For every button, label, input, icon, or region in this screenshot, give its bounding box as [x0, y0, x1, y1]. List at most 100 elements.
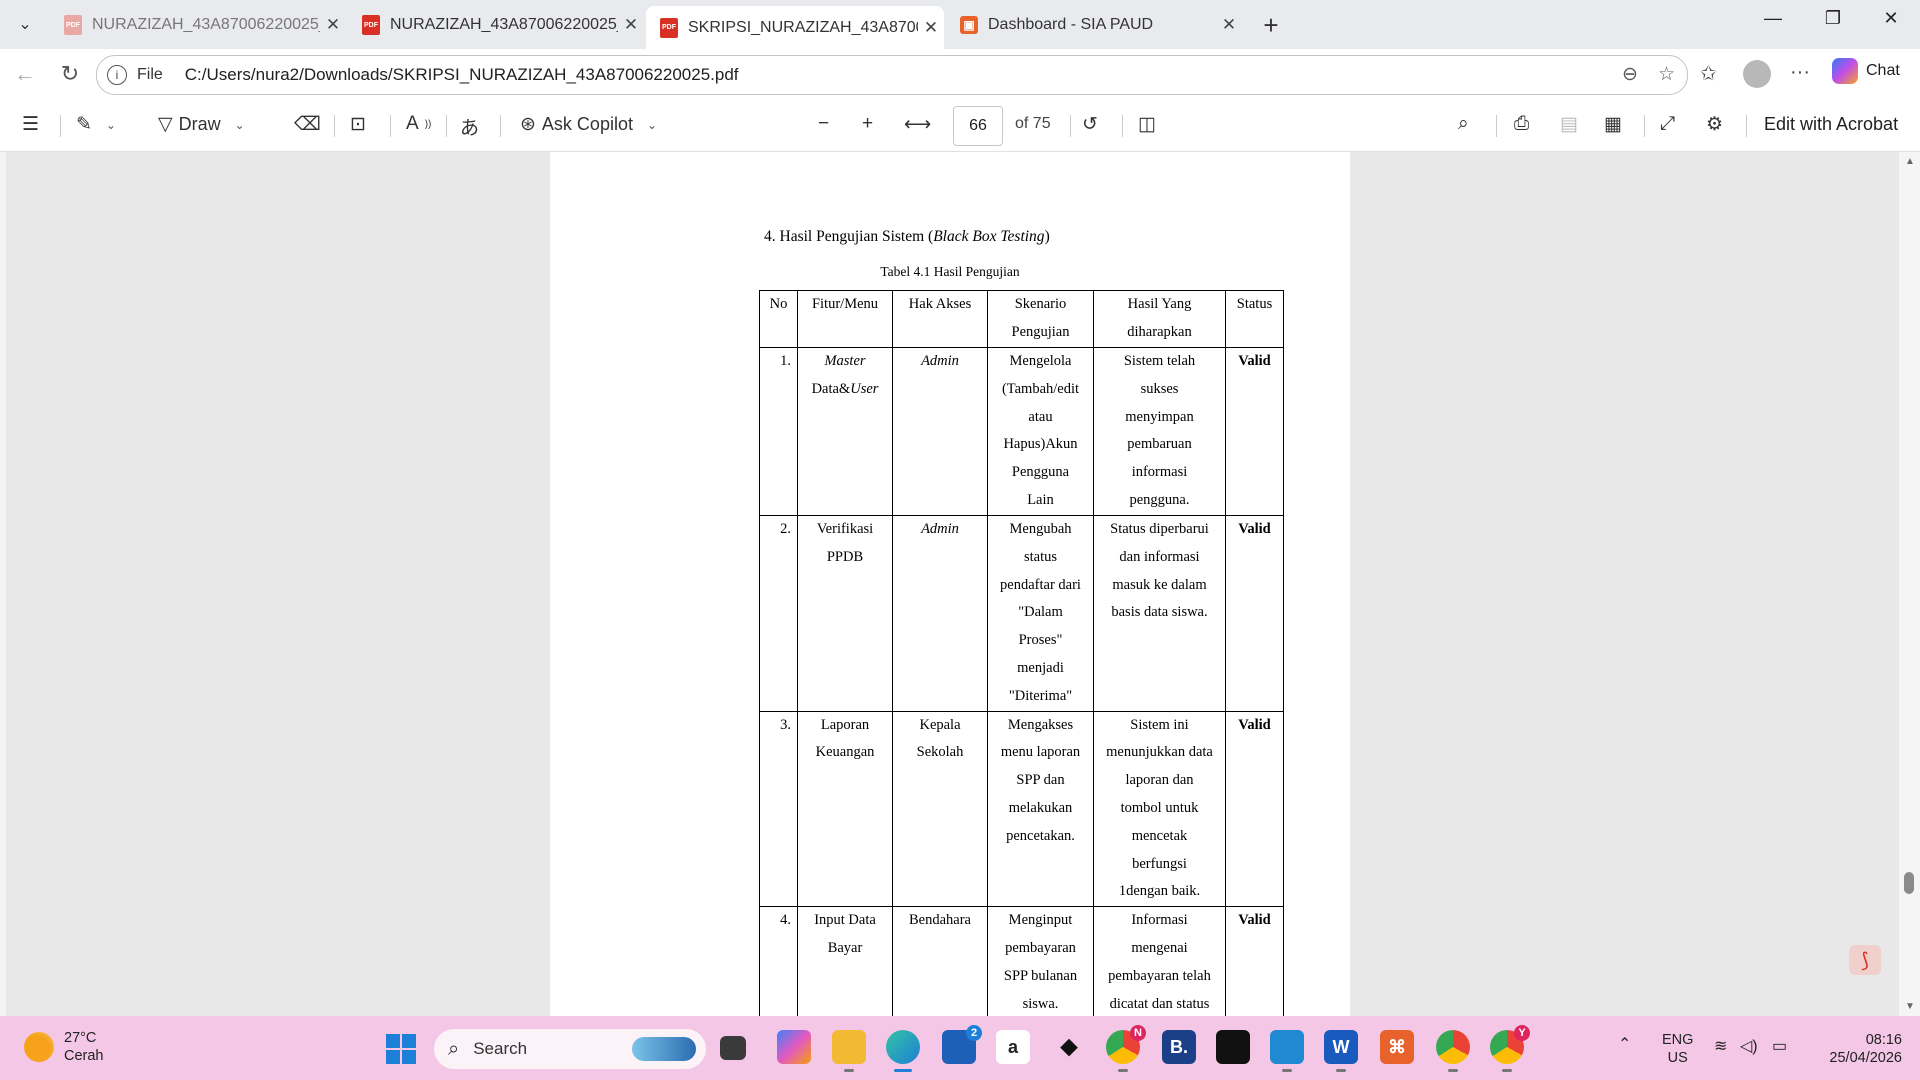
- settings-gear-icon[interactable]: ⚙: [1706, 113, 1723, 136]
- tab-pdf-1[interactable]: PDF NURAZIZAH_43A87006220025_PK ✕: [50, 6, 346, 44]
- tab-list-chevron-icon[interactable]: ⌄: [10, 9, 40, 39]
- favorites-icon[interactable]: ✩: [1700, 61, 1717, 86]
- scroll-up-icon[interactable]: ▲: [1905, 156, 1915, 167]
- file-explorer-icon[interactable]: [832, 1030, 866, 1072]
- close-window-button[interactable]: ✕: [1868, 8, 1914, 29]
- chrome-profile-2-icon[interactable]: Y: [1490, 1025, 1530, 1072]
- wifi-icon[interactable]: ≋: [1714, 1038, 1727, 1056]
- terminal-icon[interactable]: [1216, 1030, 1250, 1064]
- taskbar-search[interactable]: ⌕ Search: [434, 1029, 706, 1069]
- tray-chevron-up-icon[interactable]: ⌃: [1618, 1036, 1631, 1054]
- weather-sun-icon: [24, 1032, 54, 1062]
- close-icon[interactable]: ✕: [618, 15, 644, 35]
- chat-button[interactable]: Chat: [1832, 58, 1900, 84]
- page-number-input[interactable]: 66: [953, 106, 1003, 146]
- fullscreen-icon[interactable]: ⤢: [1660, 113, 1675, 135]
- xampp-icon[interactable]: ⌘: [1380, 1030, 1414, 1064]
- taskbar: 27°C Cerah ⌕ Search 2 a ⬥ N B. W ⌘ Y ⌃ EN…: [0, 1016, 1920, 1080]
- section-heading: 4. Hasil Pengujian Sistem (Black Box Tes…: [764, 228, 1050, 246]
- eraser-icon[interactable]: ⌫: [294, 113, 321, 136]
- chrome-icon[interactable]: [1436, 1030, 1470, 1072]
- translate-icon[interactable]: あ: [460, 113, 479, 140]
- chevron-down-icon[interactable]: ⌄: [647, 118, 657, 132]
- cell-hasil: Sistem telah sukses menyimpan pembaruan info…: [1093, 347, 1226, 516]
- page-view-icon[interactable]: ◫: [1138, 113, 1156, 136]
- edge-browser-icon[interactable]: [886, 1030, 920, 1072]
- url-text[interactable]: C:/Users/nura2/Downloads/SKRIPSI_NURAZIZ…: [185, 65, 739, 85]
- fit-width-icon[interactable]: ⟷: [904, 113, 931, 136]
- cell-hasil: Informasi mengenai pembayaran telah dicatat…: [1093, 906, 1226, 1016]
- pdf-toolbar: ☰ ✎ ⌄ ▽ Draw ⌄ ⌫ ⊡ A)) あ ⊛ Ask Copilot ⌄ …: [0, 99, 1920, 152]
- scroll-down-icon[interactable]: ▼: [1905, 1001, 1915, 1012]
- bitwarden-icon[interactable]: B.: [1162, 1030, 1196, 1064]
- address-bar[interactable]: i File C:/Users/nura2/Downloads/SKRIPSI_…: [96, 55, 1688, 95]
- more-options-icon[interactable]: ···: [1790, 61, 1810, 84]
- copilot-app-icon[interactable]: [777, 1030, 811, 1064]
- back-button[interactable]: ←: [10, 61, 40, 87]
- close-icon[interactable]: ✕: [1216, 15, 1242, 35]
- contents-list-icon[interactable]: ☰: [22, 113, 39, 136]
- windows-start-icon[interactable]: [386, 1034, 416, 1064]
- amazon-icon[interactable]: a: [996, 1030, 1030, 1064]
- ask-copilot-button[interactable]: ⊛ Ask Copilot ⌄: [520, 113, 657, 136]
- system-clock[interactable]: 08:16 25/04/2026: [1818, 1031, 1902, 1067]
- profile-avatar[interactable]: [1743, 60, 1771, 88]
- edit-with-acrobat-button[interactable]: Edit with Acrobat: [1764, 114, 1898, 135]
- read-aloud-icon[interactable]: A)): [406, 113, 431, 135]
- pen-icon: ▽: [158, 114, 173, 135]
- word-icon[interactable]: W: [1324, 1030, 1358, 1072]
- language-indicator[interactable]: ENG US: [1662, 1031, 1693, 1067]
- cell-no: 3.: [759, 710, 798, 908]
- scrollbar-thumb[interactable]: [1904, 872, 1914, 894]
- microsoft-store-icon[interactable]: 2: [942, 1025, 982, 1064]
- vscode-icon[interactable]: [1270, 1030, 1304, 1072]
- close-icon[interactable]: ✕: [918, 18, 944, 38]
- cell-no: 4.: [759, 906, 798, 1016]
- battery-icon[interactable]: ▭: [1772, 1038, 1787, 1056]
- new-tab-button[interactable]: +: [1256, 10, 1286, 40]
- header-akses: Hak Akses: [892, 290, 988, 348]
- chrome-profile-icon[interactable]: N: [1106, 1025, 1146, 1072]
- chevron-down-icon[interactable]: ⌄: [106, 118, 116, 132]
- highlighter-icon: ✎: [76, 114, 92, 135]
- zoom-out-icon[interactable]: ⊖: [1622, 63, 1638, 86]
- save-as-icon[interactable]: ▦: [1604, 113, 1622, 136]
- chevron-down-icon[interactable]: ⌄: [235, 118, 245, 132]
- cell-akses: Bendahara: [892, 906, 988, 1016]
- tab-pdf-2[interactable]: PDF NURAZIZAH_43A87006220025_PK ✕: [348, 6, 644, 44]
- close-icon[interactable]: ✕: [320, 15, 346, 35]
- tab-pdf-active[interactable]: PDF SKRIPSI_NURAZIZAH_43A87006220025 ✕: [646, 6, 944, 49]
- text-box-icon[interactable]: ⊡: [350, 113, 366, 136]
- zoom-in-button[interactable]: +: [862, 113, 873, 135]
- cell-fitur: Laporan Keuangan: [797, 710, 893, 908]
- vertical-scrollbar[interactable]: ▲ ▼: [1899, 152, 1920, 1016]
- draw-button[interactable]: ▽ Draw ⌄: [158, 113, 245, 136]
- tab-title: SKRIPSI_NURAZIZAH_43A87006220025: [688, 18, 918, 36]
- cell-skenario: Menginput pembayaran SPP bulanan siswa.: [987, 906, 1094, 1016]
- zoom-out-button[interactable]: −: [818, 113, 829, 135]
- volume-icon[interactable]: ◁): [1740, 1038, 1758, 1056]
- weather-desc: Cerah: [64, 1048, 104, 1064]
- favorite-star-icon[interactable]: ☆: [1658, 63, 1675, 86]
- task-view-icon[interactable]: [720, 1036, 746, 1060]
- acrobat-icon[interactable]: ⟆: [1849, 945, 1881, 975]
- minimize-button[interactable]: —: [1750, 8, 1796, 29]
- page-total: of 75: [1015, 115, 1051, 132]
- cell-skenario: Mengelola (Tambah/edit atau Hapus)Akun Pengg…: [987, 347, 1094, 516]
- dropbox-icon[interactable]: ⬥: [1052, 1030, 1086, 1064]
- weather-widget[interactable]: 27°C Cerah: [24, 1029, 104, 1065]
- search-label: Search: [473, 1039, 528, 1058]
- highlight-button[interactable]: ✎ ⌄: [76, 113, 116, 136]
- restore-button[interactable]: ❐: [1810, 8, 1856, 29]
- draw-label: Draw: [178, 114, 221, 134]
- search-highlight-art: [632, 1037, 696, 1061]
- search-icon[interactable]: ⌕: [1458, 113, 1469, 135]
- tab-sia-paud[interactable]: ▣ Dashboard - SIA PAUD ✕: [946, 6, 1242, 44]
- save-icon[interactable]: ▤: [1560, 113, 1578, 136]
- cell-fitur: Input Data Bayar: [797, 906, 893, 1016]
- rotate-icon[interactable]: ↺: [1082, 113, 1098, 136]
- print-icon[interactable]: ⎙: [1514, 113, 1529, 135]
- pdf-viewer[interactable]: 4. Hasil Pengujian Sistem (Black Box Tes…: [6, 152, 1899, 1016]
- info-icon[interactable]: i: [107, 65, 127, 85]
- refresh-button[interactable]: ↻: [55, 61, 85, 87]
